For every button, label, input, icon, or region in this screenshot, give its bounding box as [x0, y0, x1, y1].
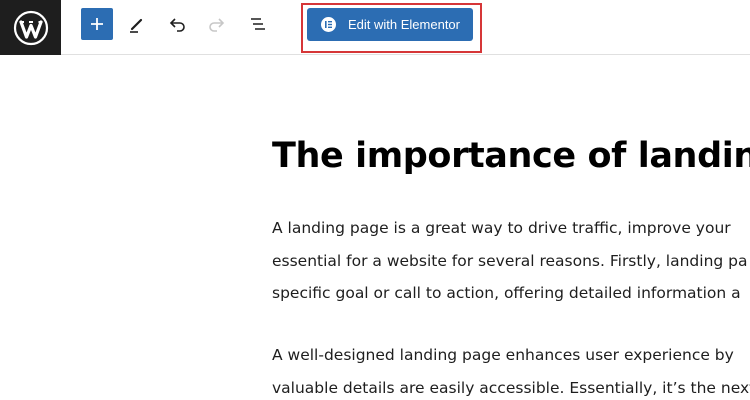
undo-icon [169, 18, 185, 32]
pencil-icon [130, 18, 143, 33]
redo-button[interactable] [201, 8, 233, 40]
tools-button[interactable] [121, 8, 153, 40]
paragraph-line: A well-designed landing page enhances us… [272, 346, 734, 364]
elementor-icon [321, 17, 336, 32]
plus-icon [91, 18, 103, 30]
undo-button[interactable] [161, 8, 193, 40]
paragraph-block[interactable]: A well-designed landing page enhances us… [272, 339, 750, 400]
wordpress-logo-icon[interactable] [0, 0, 61, 55]
redo-icon [209, 18, 225, 32]
paragraph-line: essential for a website for several reas… [272, 251, 748, 270]
edit-with-elementor-label: Edit with Elementor [348, 17, 460, 32]
edit-with-elementor-button[interactable]: Edit with Elementor [307, 8, 473, 41]
paragraph-line: valuable details are easily accessible. … [272, 378, 750, 397]
add-block-button[interactable] [81, 8, 113, 40]
paragraph-line: A landing page is a great way to drive t… [272, 219, 731, 237]
list-view-button[interactable] [242, 8, 274, 40]
list-view-icon [251, 18, 265, 30]
post-title[interactable]: The importance of landing p [272, 136, 750, 176]
paragraph-line: specific goal or call to action, offerin… [272, 284, 741, 302]
paragraph-block[interactable]: A landing page is a great way to drive t… [272, 212, 748, 310]
post-editor-canvas: The importance of landing p A landing pa… [272, 55, 750, 400]
editor-toolbar: Edit with Elementor [0, 0, 750, 55]
